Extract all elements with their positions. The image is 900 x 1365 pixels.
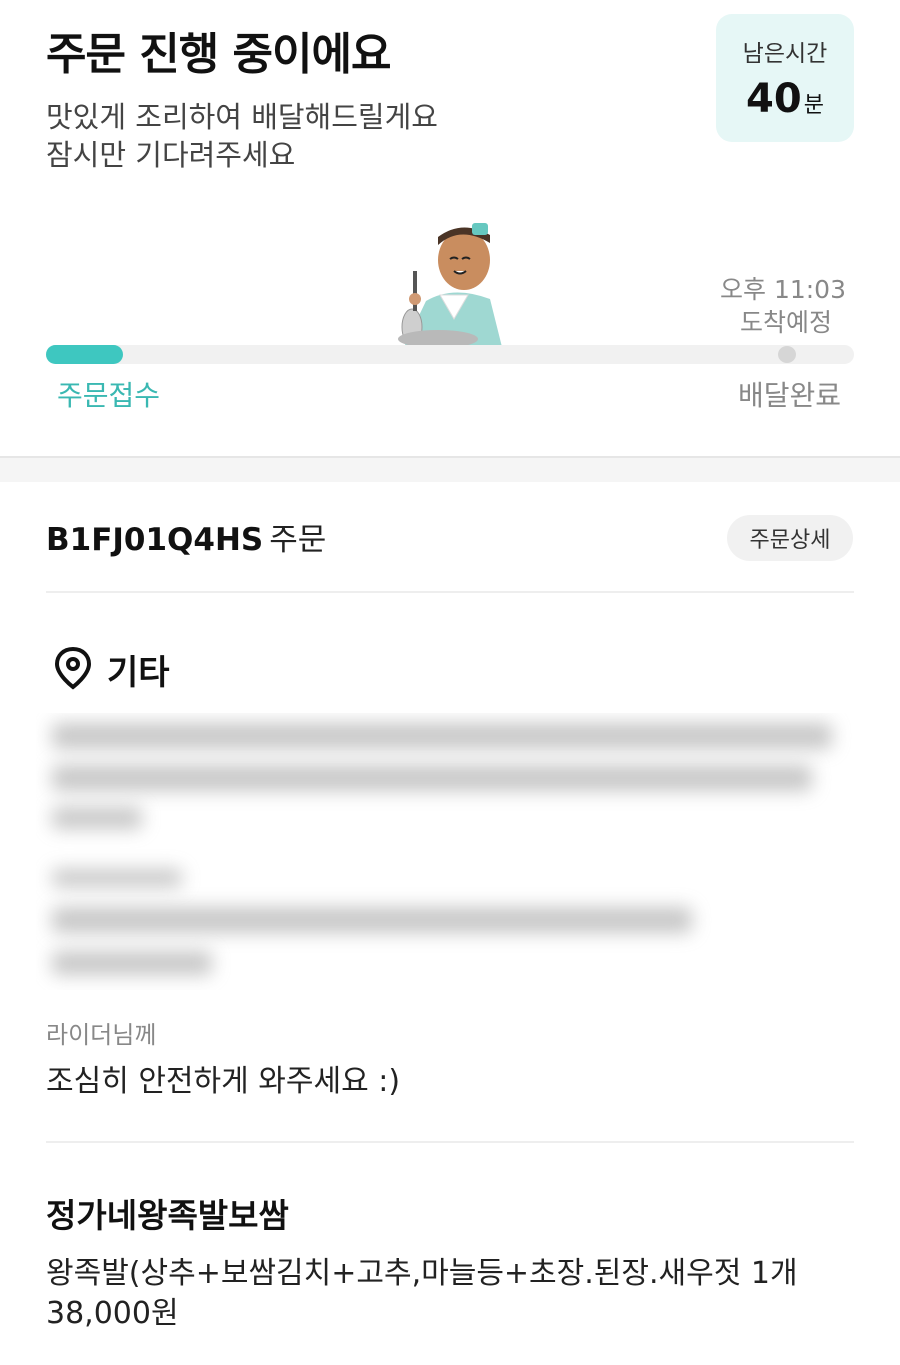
delivery-progress-fill — [46, 345, 123, 364]
chef-illustration — [398, 223, 502, 347]
eta-label: 도착예정 — [739, 308, 832, 337]
rider-request-label: 라이더님께 — [46, 1021, 157, 1049]
remaining-unit: 분 — [803, 93, 824, 118]
menu-item: 왕족발(상추+보쌈김치+고추,마늘등+초장.된장.새우젓 1개 — [46, 1256, 798, 1291]
store-name: 정가네왕족발보쌈 — [46, 1196, 289, 1235]
page-title: 주문 진행 중이에요 — [46, 29, 391, 80]
order-suffix: 주문 — [269, 522, 327, 558]
remaining-time-box: 남은시간 40분 — [716, 14, 854, 142]
address-type: 기타 — [107, 653, 170, 693]
subtitle-line-1: 맛있게 조리하여 배달해드릴게요 — [46, 100, 438, 134]
subtitle-line-2: 잠시만 기다려주세요 — [46, 138, 296, 172]
order-detail-button[interactable]: 주문상세 — [727, 515, 853, 561]
remaining-time-label: 남은시간 — [742, 41, 828, 67]
menu-price: 38,000원 — [46, 1296, 179, 1331]
status-subtitle: 맛있게 조리하여 배달해드릴게요 잠시만 기다려주세요 — [46, 98, 438, 174]
divider — [46, 591, 854, 593]
divider — [46, 1141, 854, 1143]
delivery-end-marker — [778, 346, 796, 363]
location-pin-icon — [54, 646, 92, 690]
remaining-minutes: 40 — [746, 76, 802, 122]
step-order-received: 주문접수 — [57, 379, 161, 412]
order-number: B1FJ01Q4HS 주문 — [46, 514, 326, 559]
address-blurred — [36, 713, 852, 990]
step-delivery-complete: 배달완료 — [737, 379, 841, 412]
order-id: B1FJ01Q4HS — [46, 522, 264, 558]
rider-request-message: 조심히 안전하게 와주세요 :) — [46, 1064, 401, 1099]
eta-time: 오후 11:03 — [720, 275, 846, 304]
remaining-time-value: 40분 — [716, 76, 854, 122]
delivery-progress-track — [46, 345, 854, 364]
section-divider — [0, 456, 900, 482]
